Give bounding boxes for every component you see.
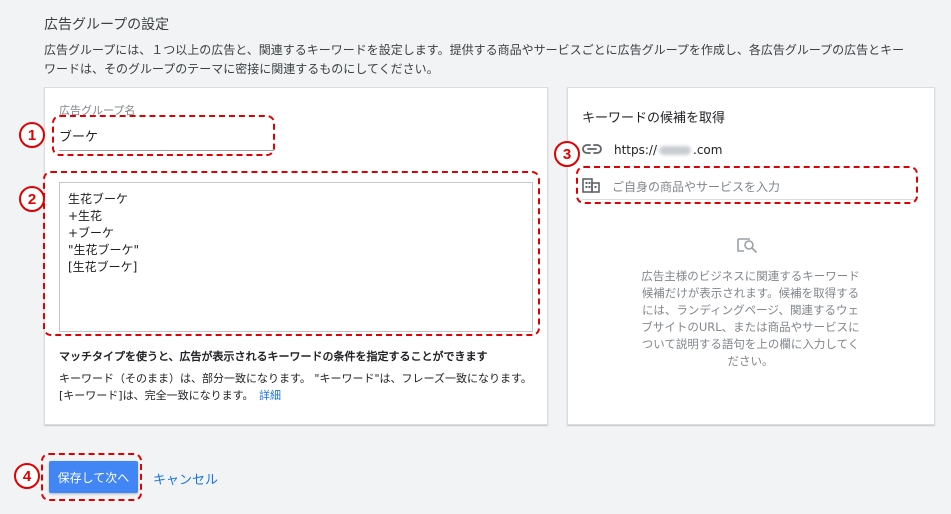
- keywords-textarea[interactable]: 生花ブーケ +生花 +ブーケ "生花ブーケ" [生花ブーケ]: [59, 182, 533, 332]
- keyword-line: [生花ブーケ]: [68, 260, 138, 274]
- match-type-line1: キーワード（そのまま）は、部分一致になります。 "キーワード"は、フレーズ一致に…: [59, 372, 532, 385]
- keyword-line: +生花: [68, 209, 103, 223]
- page-description: 広告グループには、１つ以上の広告と、関連するキーワードを設定します。提供する商品…: [44, 43, 905, 76]
- building-icon: [582, 177, 600, 197]
- product-service-input[interactable]: ご自身の商品やサービスを入力: [612, 178, 780, 195]
- ad-group-name-underline: [59, 150, 274, 151]
- landing-page-url[interactable]: https:// .com: [614, 143, 722, 157]
- ad-group-name-label: 広告グループ名: [59, 104, 136, 117]
- match-type-description: キーワード（そのまま）は、部分一致になります。 "キーワード"は、フレーズ一致に…: [59, 370, 539, 404]
- search-results-icon: [736, 236, 758, 258]
- keyword-line: 生花ブーケ: [68, 192, 129, 206]
- match-type-line2: [キーワード]は、完全一致になります。: [59, 389, 248, 402]
- annotation-badge-3: 3: [554, 141, 580, 167]
- details-link[interactable]: 詳細: [259, 389, 281, 402]
- url-prefix: https://: [614, 142, 658, 157]
- annotation-badge-4: 4: [14, 463, 40, 489]
- keyword-line: "生花ブーケ": [68, 243, 140, 257]
- ad-group-card: 広告グループ名 ブーケ 生花ブーケ +生花 +ブーケ "生花ブーケ" [生花ブー…: [44, 87, 548, 425]
- suggestions-info-text: 広告主様のビジネスに関連するキーワード候補だけが表示されます。候補を取得するには…: [641, 269, 860, 368]
- keyword-suggestions-card: キーワードの候補を取得 https://.com ご自身の商品やサービスを入力 …: [567, 87, 935, 425]
- match-type-heading: マッチタイプを使うと、広告が表示されるキーワードの条件を指定することができます: [59, 350, 488, 363]
- annotation-badge-2: 2: [19, 186, 45, 212]
- suggestions-title: キーワードの候補を取得: [582, 111, 726, 126]
- url-suffix: .com: [693, 142, 723, 157]
- cancel-link[interactable]: キャンセル: [153, 469, 218, 488]
- annotation-badge-1: 1: [19, 122, 45, 148]
- match-type-line2-row: [キーワード]は、完全一致になります。 詳細: [59, 387, 539, 404]
- keyword-line: +ブーケ: [68, 226, 115, 240]
- url-input-row[interactable]: https:// .com: [582, 140, 722, 159]
- save-and-continue-button[interactable]: 保存して次へ: [49, 461, 138, 493]
- ad-group-name-input[interactable]: ブーケ: [59, 126, 98, 145]
- product-input-row[interactable]: ご自身の商品やサービスを入力: [582, 174, 917, 200]
- link-icon: [582, 140, 602, 159]
- page-title: 広告グループの設定: [44, 17, 170, 33]
- blurred-domain: [659, 145, 692, 155]
